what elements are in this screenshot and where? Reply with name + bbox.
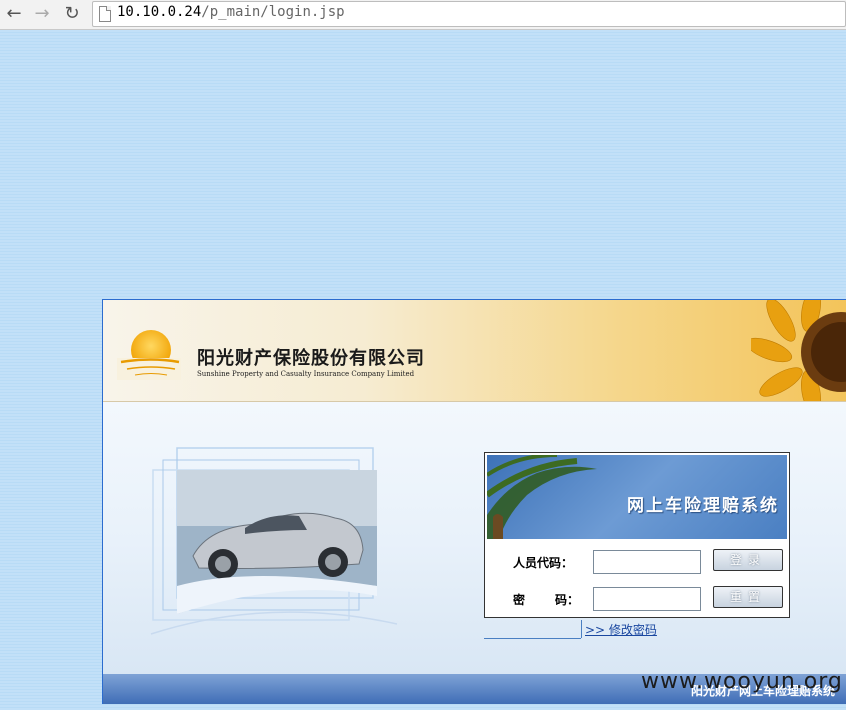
car-illustration	[150, 447, 398, 635]
reload-icon[interactable]: ↻	[62, 4, 82, 24]
login-frame: 阳光财产保险股份有限公司 Sunshine Property and Casua…	[102, 299, 846, 704]
sunshine-logo-icon	[117, 330, 181, 380]
back-arrow-icon[interactable]: ←	[4, 4, 24, 24]
page-icon	[99, 6, 111, 22]
divider-line	[484, 638, 581, 639]
reset-button[interactable]: 重置	[713, 586, 783, 608]
address-bar[interactable]: 10.10.0.24/p_main/login.jsp	[92, 1, 846, 27]
password-label-b: 码：	[555, 593, 580, 607]
user-label: 人员代码：	[513, 556, 574, 570]
forward-arrow-icon[interactable]: →	[32, 4, 52, 24]
password-row: 密 码： 重置	[485, 586, 789, 611]
browser-toolbar: ← → ↻ 10.10.0.24/p_main/login.jsp	[0, 0, 846, 30]
watermark: www.wooyun.org	[641, 669, 843, 694]
user-row: 人员代码： 登录	[485, 549, 789, 574]
password-label-a: 密	[513, 593, 526, 607]
login-panel: 网上车险理赔系统 人员代码： 登录 密 码： 重置	[484, 452, 790, 618]
company-name-en: Sunshine Property and Casualty Insurance…	[197, 370, 415, 378]
url-text[interactable]: 10.10.0.24/p_main/login.jsp	[117, 4, 345, 20]
company-name-cn: 阳光财产保险股份有限公司	[197, 348, 425, 369]
login-button[interactable]: 登录	[713, 549, 783, 571]
sunflower-icon	[751, 300, 846, 401]
page-header: 阳光财产保险股份有限公司 Sunshine Property and Casua…	[103, 300, 846, 402]
login-banner: 网上车险理赔系统	[487, 455, 787, 539]
change-password-link[interactable]: >> 修改密码	[585, 621, 657, 638]
user-code-input[interactable]	[593, 550, 701, 574]
password-input[interactable]	[593, 587, 701, 611]
system-title: 网上车险理赔系统	[627, 496, 779, 516]
divider-line	[581, 620, 582, 638]
